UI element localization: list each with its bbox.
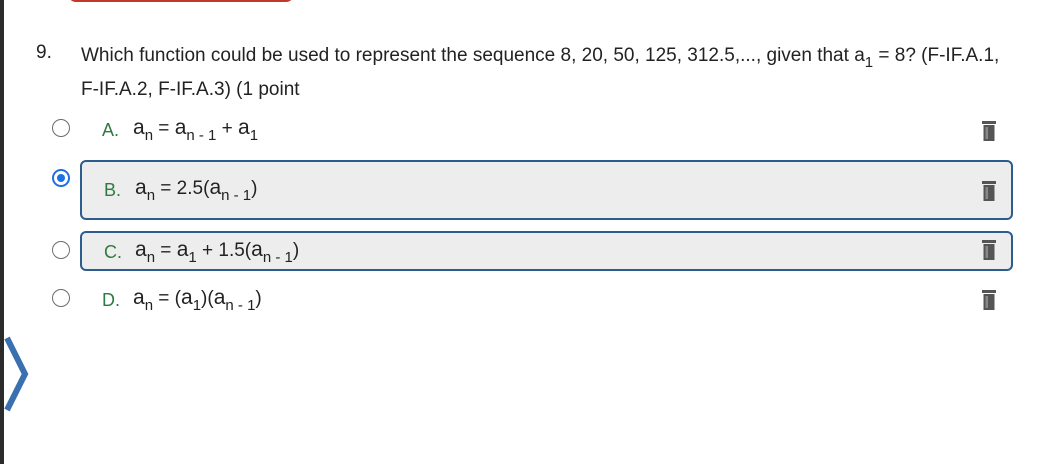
formula-subscript: 1 [249, 127, 259, 144]
formula-subscript: n [146, 187, 156, 204]
option-d-letter: D. [102, 290, 120, 310]
option-a[interactable]: A. an = an - 1 + a1 [80, 112, 1013, 148]
option-a-letter: A. [102, 120, 120, 140]
formula-variable: a [251, 238, 263, 261]
option-c-formula: an = a1 + 1.5(an - 1) [135, 238, 300, 266]
radio-option-a[interactable] [52, 119, 70, 137]
formula-text: + [216, 118, 239, 139]
option-b-formula: an = 2.5(an - 1) [135, 176, 258, 204]
radio-option-b[interactable] [52, 169, 70, 187]
top-tab[interactable] [68, 0, 294, 2]
option-a-formula: an = an - 1 + a1 [133, 116, 258, 144]
formula-variable: a [133, 116, 145, 139]
option-d-formula: an = (a1)(an - 1) [133, 286, 262, 314]
trash-icon[interactable] [982, 239, 996, 260]
formula-subscript: 1 [188, 249, 197, 266]
formula-variable: a [213, 286, 226, 309]
option-b-letter: B. [104, 180, 122, 200]
option-b[interactable]: B. an = 2.5(an - 1) [80, 160, 1013, 220]
formula-subscript: 1 [192, 297, 202, 314]
option-c-letter: C. [104, 242, 122, 262]
trash-icon[interactable] [982, 180, 996, 201]
question-text-prefix: Which function could be used to represen… [81, 45, 855, 66]
option-d[interactable]: D. an = (a1)(an - 1) [80, 282, 1013, 318]
formula-variable: a [174, 116, 187, 139]
formula-text: ) [251, 178, 258, 199]
formula-text: ) [255, 288, 262, 309]
formula-subscript: n - 1 [225, 297, 256, 314]
formula-variable: a [176, 238, 189, 261]
question-number: 9. [36, 42, 52, 63]
formula-subscript: n - 1 [186, 127, 217, 144]
formula-subscript: n - 1 [221, 187, 252, 204]
formula-subscript: n - 1 [262, 249, 293, 266]
formula-subscript: n [146, 249, 156, 266]
radio-option-c[interactable] [52, 241, 70, 259]
trash-icon[interactable] [982, 120, 996, 141]
given-variable: a [854, 45, 865, 66]
trash-icon[interactable] [982, 289, 996, 310]
formula-text: = [155, 240, 177, 261]
formula-variable: a [209, 176, 222, 199]
formula-text: + 1.5( [196, 240, 252, 261]
given-subscript: 1 [864, 54, 874, 71]
formula-variable: a [238, 116, 250, 139]
formula-text: = 2.5( [155, 178, 210, 199]
formula-variable: a [135, 176, 147, 199]
formula-text: )( [201, 288, 214, 309]
formula-text: ) [292, 240, 300, 261]
option-c[interactable]: C. an = a1 + 1.5(an - 1) [80, 231, 1013, 271]
formula-variable: a [135, 238, 147, 261]
formula-subscript: n [144, 297, 154, 314]
formula-variable: a [133, 286, 145, 309]
formula-variable: a [181, 286, 193, 309]
radio-option-d[interactable] [52, 289, 70, 307]
formula-text: = [153, 118, 175, 139]
chevron-right-icon[interactable] [4, 334, 30, 419]
formula-text: = ( [153, 288, 182, 309]
question-text: Which function could be used to represen… [81, 39, 1021, 106]
formula-subscript: n [144, 127, 154, 144]
